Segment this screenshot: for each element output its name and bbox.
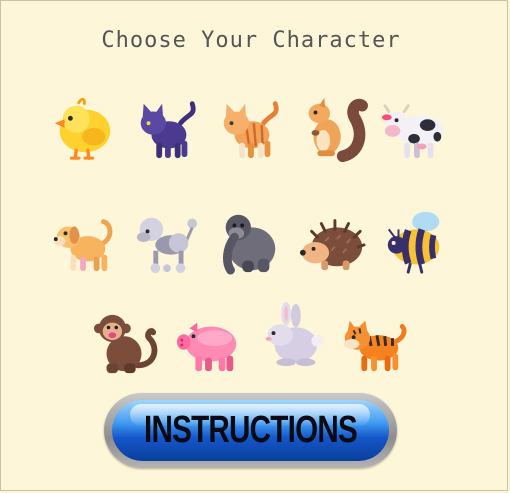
gorilla-icon xyxy=(223,214,276,275)
character-dog[interactable] xyxy=(47,206,119,278)
character-poodle[interactable] xyxy=(130,206,202,278)
character-chick[interactable] xyxy=(47,92,119,164)
cow-icon xyxy=(381,104,444,159)
character-monkey[interactable] xyxy=(89,307,161,379)
dog-icon xyxy=(53,219,113,272)
monkey-icon xyxy=(93,314,158,374)
character-gorilla[interactable] xyxy=(213,206,285,278)
chick-icon xyxy=(54,97,111,160)
instructions-button-label: INSTRUCTIONS xyxy=(144,409,358,451)
character-bee[interactable] xyxy=(379,206,451,278)
rabbit-icon xyxy=(265,302,324,367)
tabby-cat-icon xyxy=(223,101,279,159)
page-title: Choose Your Character xyxy=(101,28,401,53)
character-squirrel[interactable] xyxy=(296,92,368,164)
character-hedgehog[interactable] xyxy=(296,206,368,278)
cat-icon xyxy=(140,101,196,159)
tiger-icon xyxy=(343,320,407,372)
character-cow[interactable] xyxy=(379,92,451,164)
instructions-button-frame: INSTRUCTIONS xyxy=(104,393,397,468)
poodle-icon xyxy=(136,217,198,274)
squirrel-icon xyxy=(308,97,368,162)
hedgehog-icon xyxy=(299,219,366,271)
character-tiger[interactable] xyxy=(338,307,410,379)
bee-icon xyxy=(387,211,440,274)
character-tabby-cat[interactable] xyxy=(213,92,285,164)
character-rabbit[interactable] xyxy=(255,300,327,372)
pig-icon xyxy=(176,322,237,372)
character-cat[interactable] xyxy=(130,92,202,164)
character-pig[interactable] xyxy=(172,307,244,379)
instructions-button[interactable]: INSTRUCTIONS xyxy=(112,400,389,461)
